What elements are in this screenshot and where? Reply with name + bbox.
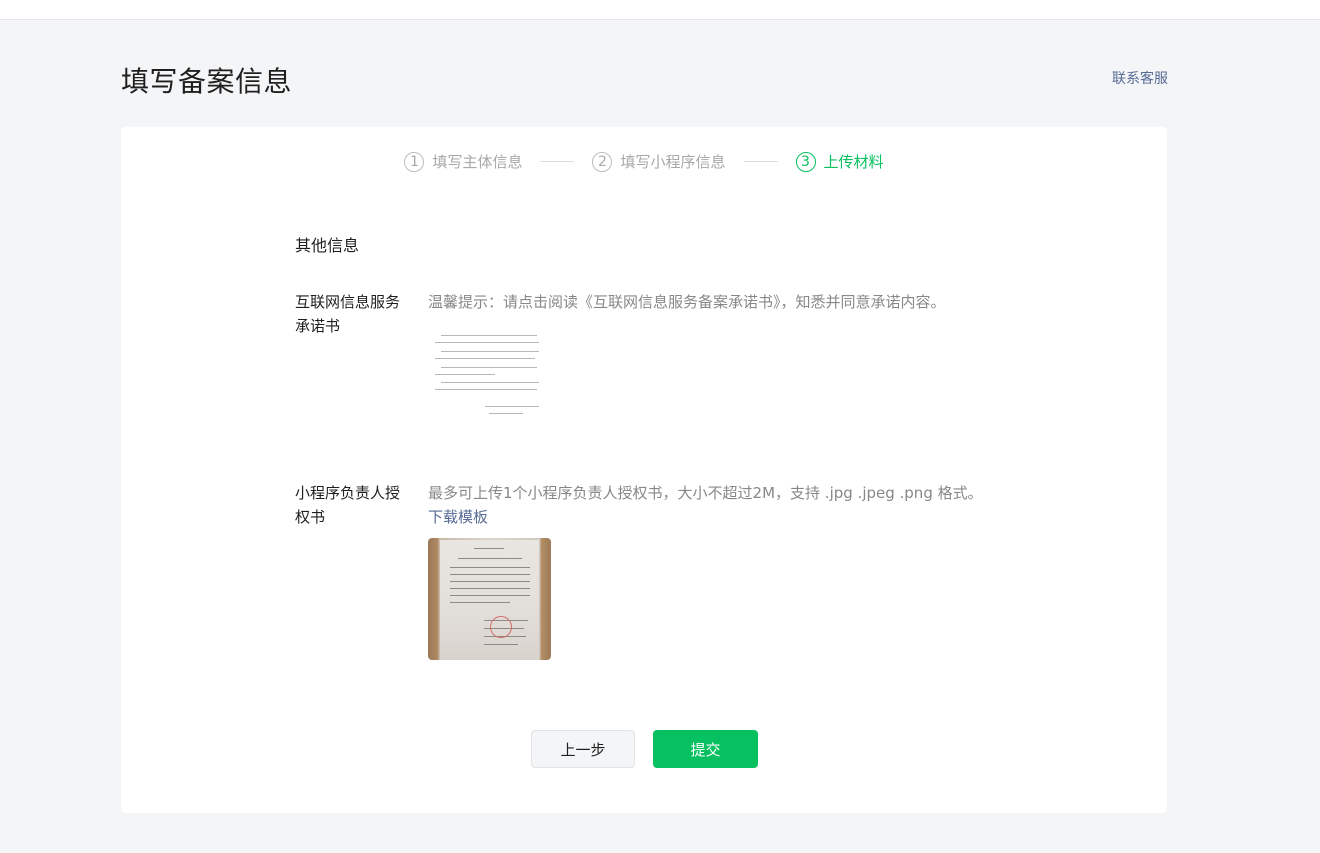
step-3-number: 3 [795,151,816,172]
page-title: 填写备案信息 [121,65,293,98]
commitment-hint[interactable]: 温馨提示：请点击阅读《互联网信息服务备案承诺书》，知悉并同意承诺内容。 [428,290,1048,314]
step-divider [540,161,575,162]
uploaded-photo-thumbnail-icon[interactable] [428,538,551,660]
document-thumbnail-icon[interactable] [431,323,551,423]
top-bar [0,0,1320,20]
download-template-link[interactable]: 下载模板 [428,505,488,529]
step-1-number: 1 [404,151,425,172]
step-3: 3 上传材料 [795,151,884,172]
commitment-label: 互联网信息服务承诺书 [295,293,401,335]
contact-support-link[interactable]: 联系客服 [1112,68,1168,88]
authorization-hint: 最多可上传1个小程序负责人授权书，大小不超过2M，支持 .jpg .jpeg .… [428,484,983,502]
form-card: 1 填写主体信息 2 填写小程序信息 3 上传材料 其他信息 互联网信息服务承诺… [121,127,1167,813]
step-1-label: 填写主体信息 [432,153,523,171]
step-3-label: 上传材料 [823,153,884,171]
step-2-label: 填写小程序信息 [620,153,726,171]
step-indicator: 1 填写主体信息 2 填写小程序信息 3 上传材料 [121,151,1167,172]
step-divider [743,161,778,162]
step-2: 2 填写小程序信息 [592,151,726,172]
section-title: 其他信息 [295,236,360,255]
submit-button[interactable]: 提交 [653,730,758,768]
previous-step-button[interactable]: 上一步 [531,730,635,768]
step-1: 1 填写主体信息 [404,151,522,172]
step-2-number: 2 [592,151,613,172]
authorization-label: 小程序负责人授权书 [295,484,401,526]
